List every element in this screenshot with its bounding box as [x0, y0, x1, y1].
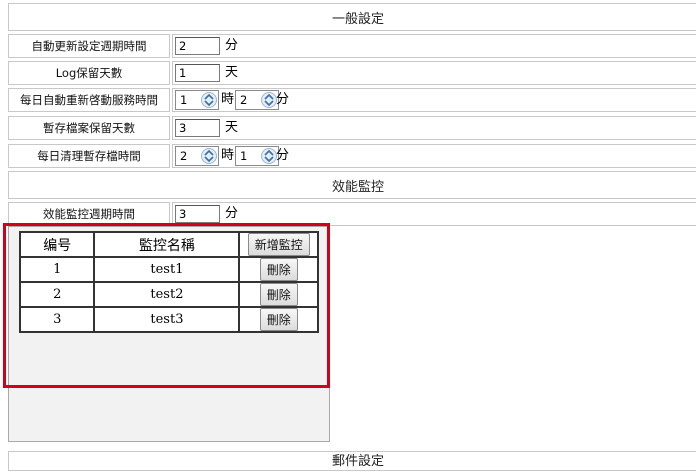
daily-clean-time-label: 每日清理暫存檔時間	[8, 144, 170, 168]
spinner-arrows-icon[interactable]	[261, 148, 277, 164]
daily-clean-hour-spinner[interactable]: 2	[175, 146, 219, 166]
monitor-period-unit: 分	[225, 206, 239, 221]
delete-button[interactable]: 刪除	[259, 283, 298, 306]
performance-monitor-title: 效能監控	[331, 179, 384, 195]
temp-keep-days-input[interactable]: 3	[175, 119, 220, 137]
add-monitor-cell: 新增監控	[238, 231, 319, 258]
temp-keep-days-unit: 天	[225, 120, 239, 135]
row-name: test3	[93, 306, 241, 333]
daily-clean-hour-unit: 時	[221, 148, 235, 163]
auto-update-period-input[interactable]: 2	[175, 37, 220, 55]
spinner-arrows-icon[interactable]	[261, 92, 277, 108]
log-keep-days-unit: 天	[225, 65, 239, 80]
daily-restart-minute-spinner[interactable]: 2	[235, 90, 279, 110]
log-keep-days-cell	[172, 61, 696, 85]
log-keep-days-input[interactable]: 1	[175, 64, 220, 82]
table-row: 3 test3 刪除	[18, 306, 319, 333]
row-id: 1	[18, 256, 96, 283]
monitor-period-input[interactable]: 3	[175, 205, 220, 223]
daily-clean-minute-spinner[interactable]: 1	[235, 146, 279, 166]
row-name: test1	[93, 256, 241, 283]
daily-restart-minute-unit: 分	[276, 92, 290, 107]
row-id: 2	[18, 281, 96, 308]
row-id: 3	[18, 306, 96, 333]
daily-restart-time-label: 每日自動重新啓動服務時間	[8, 88, 170, 112]
auto-update-period-label: 自動更新設定週期時間	[8, 34, 170, 58]
table-row: 1 test1 刪除	[18, 256, 319, 283]
daily-clean-minute-unit: 分	[276, 148, 290, 163]
table-row: 2 test2 刪除	[18, 281, 319, 308]
next-section-header: 郵件設定	[8, 451, 696, 471]
delete-button[interactable]: 刪除	[259, 308, 298, 331]
general-settings-title: 一般設定	[331, 11, 384, 27]
performance-monitor-header: 效能監控	[8, 171, 696, 199]
auto-update-period-cell	[172, 34, 696, 58]
delete-button[interactable]: 刪除	[259, 258, 298, 281]
id-column-header: 编号	[18, 231, 96, 258]
spinner-arrows-icon[interactable]	[201, 148, 217, 164]
temp-keep-days-label: 暫存檔案保留天數	[8, 116, 170, 140]
add-monitor-button[interactable]: 新增監控	[247, 233, 310, 256]
next-section-title: 郵件設定	[331, 454, 384, 469]
daily-restart-hour-spinner[interactable]: 1	[175, 90, 219, 110]
name-column-header: 監控名稱	[93, 231, 241, 258]
daily-restart-hour-unit: 時	[221, 92, 235, 107]
row-name: test2	[93, 281, 241, 308]
temp-keep-days-cell	[172, 116, 696, 140]
table-header-row: 编号 監控名稱 新增監控	[18, 231, 319, 258]
spinner-arrows-icon[interactable]	[201, 92, 217, 108]
auto-update-period-unit: 分	[225, 38, 239, 53]
monitor-list-table: 编号 監控名稱 新增監控 1 test1 刪除 2 test2 刪除 3 tes…	[18, 231, 319, 333]
monitor-period-label: 效能監控週期時間	[8, 202, 170, 226]
general-settings-header: 一般設定	[8, 3, 696, 31]
monitor-period-cell	[172, 202, 696, 226]
log-keep-days-label: Log保留天數	[8, 61, 170, 85]
